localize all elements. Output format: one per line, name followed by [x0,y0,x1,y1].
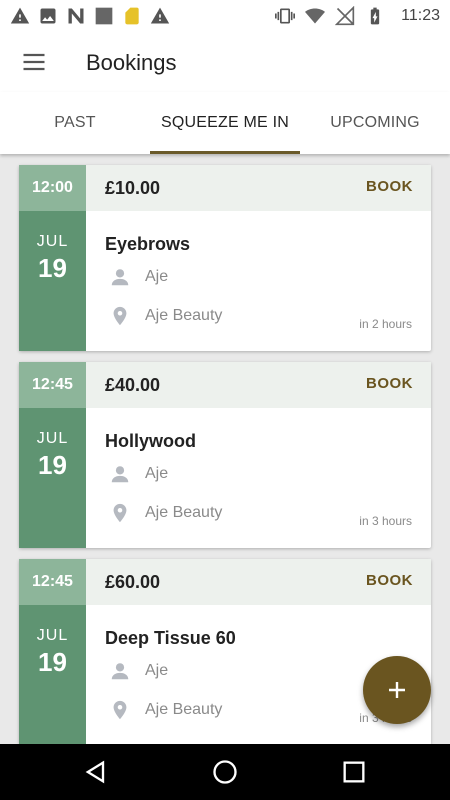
booking-staff: Aje [145,465,169,482]
booking-month: JUL [36,430,69,447]
status-time: 11:23 [401,7,440,24]
booking-day: 19 [38,450,67,480]
booking-location-row: Aje Beauty [109,699,222,721]
person-icon [111,466,129,483]
booking-date: JUL 19 [19,408,86,548]
booking-day: 19 [38,647,67,677]
home-icon[interactable] [211,758,239,786]
notification-icons [10,6,170,26]
booking-date: JUL 19 [19,211,86,351]
booking-staff: Aje [145,268,169,285]
square-icon [95,7,113,25]
warning-icon [10,7,30,24]
tab-past[interactable]: PAST [0,92,150,154]
add-booking-button[interactable] [363,656,431,724]
booking-location-row: Aje Beauty [109,305,222,327]
book-button[interactable]: BOOK [366,572,413,589]
location-pin-icon [113,306,127,326]
booking-service: Hollywood [105,431,196,451]
booking-service: Eyebrows [105,234,191,254]
booking-staff: Aje [145,662,169,679]
tab-upcoming[interactable]: UPCOMING [300,92,450,154]
booking-eta: in 2 hours [359,317,412,331]
booking-staff-row: Aje [109,660,168,682]
image-icon [40,8,56,24]
app-bar: Bookings [0,32,450,92]
plus-icon [389,682,405,698]
booking-time: 12:00 [19,165,86,211]
page-title: Bookings [86,50,177,75]
menu-icon[interactable] [20,48,48,76]
booking-price: £60.00 [105,572,161,592]
sd-card-icon [125,7,139,25]
booking-location-row: Aje Beauty [109,502,222,524]
recents-icon[interactable] [340,758,368,786]
tab-squeeze-me-in[interactable]: SQUEEZE ME IN [150,92,300,154]
system-icons: 11:23 [275,6,440,26]
booking-location: Aje Beauty [145,701,223,718]
book-button[interactable]: BOOK [366,178,413,195]
booking-header: £40.00 BOOK [86,362,431,408]
booking-day: 19 [38,253,67,283]
booking-month: JUL [36,627,69,644]
booking-location: Aje Beauty [145,504,223,521]
location-pin-icon [113,700,127,720]
booking-card[interactable]: 12:00 JUL 19 £10.00 BOOK Eyebrows Aje Aj… [19,165,431,351]
back-icon[interactable] [82,758,110,786]
location-pin-icon [113,503,127,523]
booking-price: £40.00 [105,375,161,395]
wifi-icon [305,8,326,24]
booking-card[interactable]: 12:45 JUL 19 £40.00 BOOK Hollywood Aje A… [19,362,431,548]
warning-icon-2 [150,7,170,24]
booking-card[interactable]: 12:45 JUL 19 £60.00 BOOK Deep Tissue 60 … [19,559,431,744]
booking-service: Deep Tissue 60 [105,628,236,648]
n-icon [68,8,84,24]
booking-eta: in 3 hours [359,514,412,528]
no-signal-icon [335,6,355,26]
booking-month: JUL [36,233,69,250]
booking-staff-row: Aje [109,463,168,485]
book-button[interactable]: BOOK [366,375,413,392]
booking-staff-row: Aje [109,266,168,288]
person-icon [111,663,129,680]
tab-bar: PAST SQUEEZE ME IN UPCOMING [0,92,450,154]
navigation-bar [0,744,450,800]
vibrate-icon [275,8,296,24]
booking-date: JUL 19 [19,605,86,744]
booking-time: 12:45 [19,559,86,605]
booking-list: 12:00 JUL 19 £10.00 BOOK Eyebrows Aje Aj… [0,154,450,744]
booking-price: £10.00 [105,178,161,198]
status-bar: 11:23 [0,0,450,32]
battery-charging-icon [370,7,380,25]
booking-location: Aje Beauty [145,307,223,324]
booking-header: £10.00 BOOK [86,165,431,211]
booking-header: £60.00 BOOK [86,559,431,605]
person-icon [111,269,129,286]
booking-time: 12:45 [19,362,86,408]
